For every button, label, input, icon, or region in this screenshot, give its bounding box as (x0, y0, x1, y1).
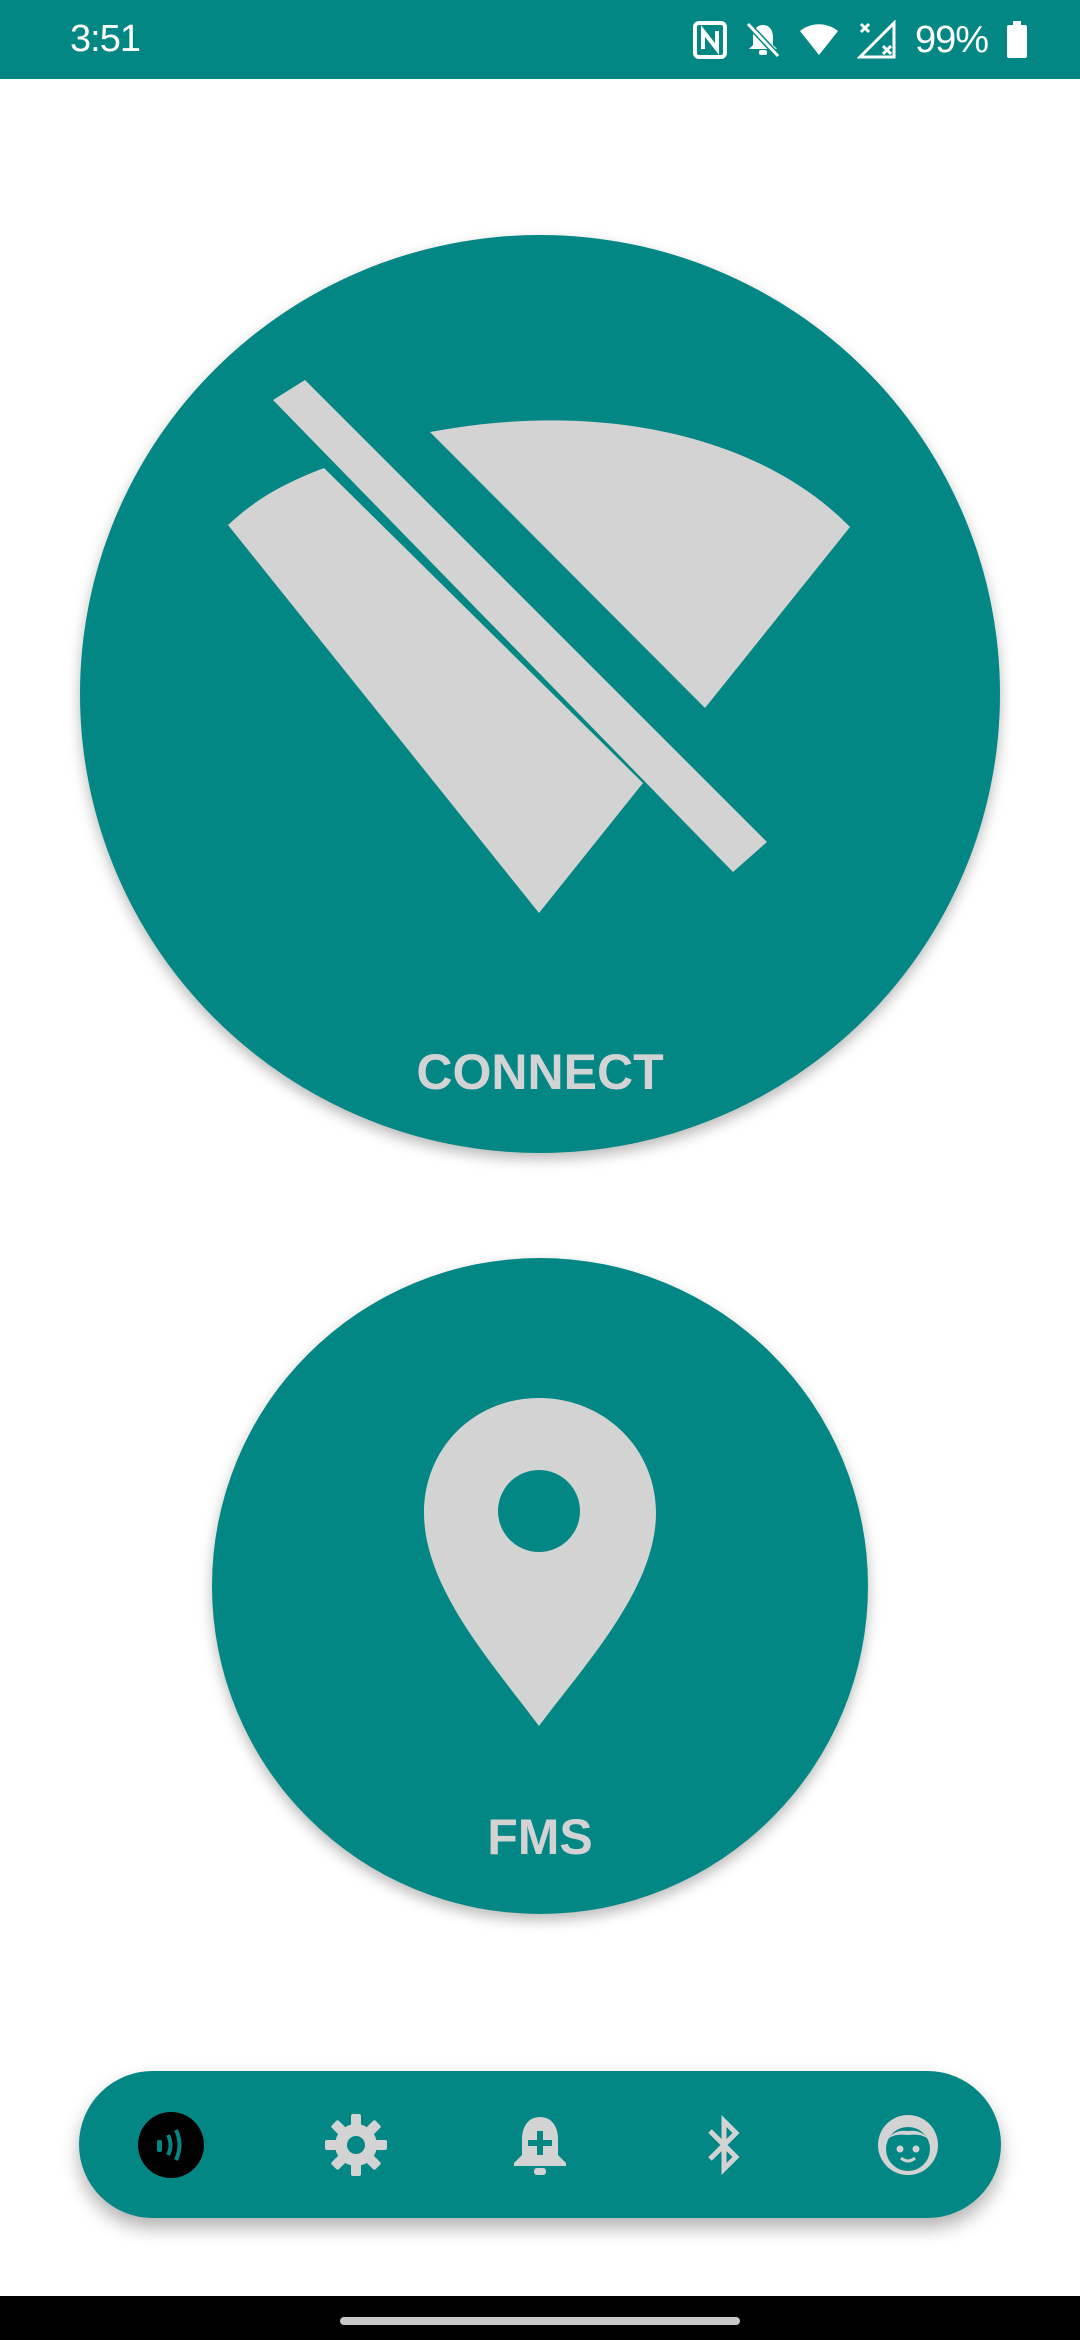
wifi-icon (799, 23, 839, 57)
nav-profile-button[interactable] (872, 2109, 944, 2181)
battery-percent: 99% (914, 18, 989, 61)
nav-bluetooth-button[interactable] (688, 2109, 760, 2181)
bluetooth-icon (708, 2114, 740, 2176)
bell-plus-icon (514, 2117, 566, 2175)
connect-label: CONNECT (416, 1044, 664, 1100)
status-time: 3:51 (70, 18, 141, 60)
fms-button[interactable]: FMS (212, 1258, 868, 1914)
status-icons: 99% (692, 16, 1028, 64)
battery-icon (1006, 21, 1028, 59)
nfc-waves-icon (138, 2112, 204, 2178)
bottom-nav (79, 2071, 1001, 2218)
nav-nfc-button[interactable] (135, 2109, 207, 2181)
nav-add-alarm-button[interactable] (504, 2109, 576, 2181)
face-icon (878, 2115, 938, 2175)
signal-no-service-icon (856, 20, 897, 60)
nfc-icon (692, 21, 727, 59)
wifi-off-icon (228, 380, 850, 913)
nav-settings-button[interactable] (320, 2109, 392, 2181)
home-indicator[interactable] (340, 2317, 740, 2325)
connect-button[interactable]: CONNECT (80, 235, 1000, 1153)
bell-off-icon (745, 21, 781, 59)
status-bar: 3:51 99% (0, 0, 1080, 79)
fms-label: FMS (487, 1809, 593, 1865)
gear-icon (325, 2114, 387, 2176)
